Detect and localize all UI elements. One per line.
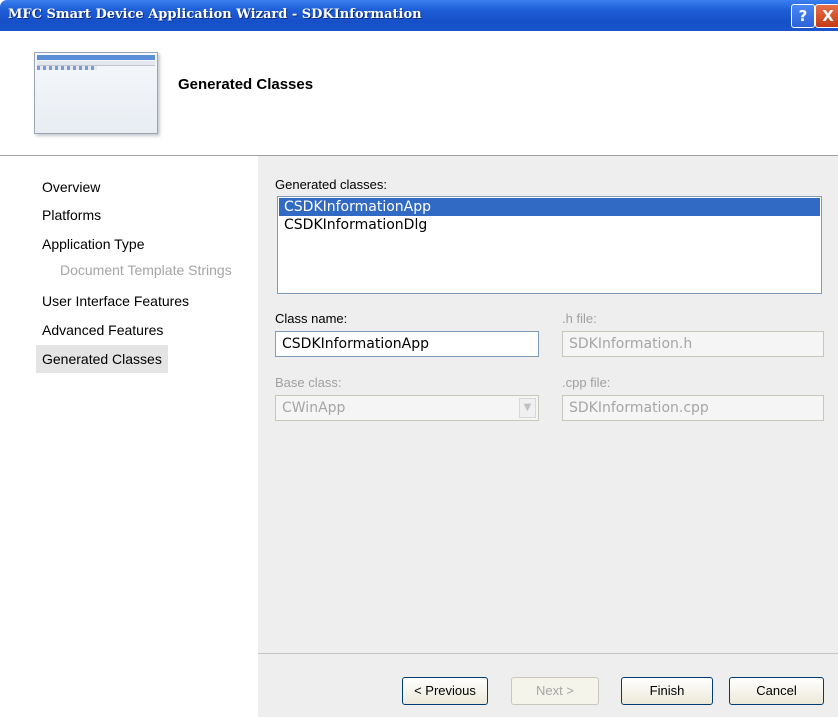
generated-classes-list[interactable]: CSDKInformationApp CSDKInformationDlg [277,196,822,294]
wizard-sidebar: Overview Platforms Application Type Docu… [0,156,258,717]
finish-button[interactable]: Finish [621,677,713,705]
cpp-file-label: .cpp file: [562,375,611,390]
chevron-down-icon: ▼ [519,398,536,418]
next-button: Next > [511,677,599,705]
sidebar-item-document-template-strings: Document Template Strings [60,262,232,278]
sidebar-item-advanced-features[interactable]: Advanced Features [36,316,169,344]
base-class-value: CWinApp [282,400,346,416]
dialog-thumbnail-icon [34,52,158,134]
title-bar: MFC Smart Device Application Wizard - SD… [0,0,838,31]
base-class-combo: CWinApp ▼ [275,395,539,421]
h-file-field: SDKInformation.h [562,331,824,357]
base-class-label: Base class: [275,375,342,390]
class-name-field[interactable]: CSDKInformationApp [275,331,539,357]
sidebar-item-user-interface-features[interactable]: User Interface Features [36,287,195,315]
cpp-file-field: SDKInformation.cpp [562,395,824,421]
list-item[interactable]: CSDKInformationDlg [279,216,820,234]
generated-classes-label: Generated classes: [275,177,388,192]
sidebar-item-overview[interactable]: Overview [36,173,106,201]
page-title: Generated Classes [178,76,314,93]
sidebar-item-application-type[interactable]: Application Type [36,230,150,258]
cancel-button[interactable]: Cancel [729,677,824,705]
sidebar-item-generated-classes[interactable]: Generated Classes [36,345,168,373]
list-item[interactable]: CSDKInformationApp [279,198,820,216]
window-title: MFC Smart Device Application Wizard - SD… [8,7,422,22]
h-file-label: .h file: [562,311,597,326]
sidebar-item-platforms[interactable]: Platforms [36,201,107,229]
close-button[interactable]: X [815,4,838,28]
previous-button[interactable]: < Previous [402,677,488,705]
wizard-banner: Generated Classes [0,31,838,156]
help-button[interactable]: ? [791,4,815,28]
class-name-label: Class name: [275,311,348,326]
